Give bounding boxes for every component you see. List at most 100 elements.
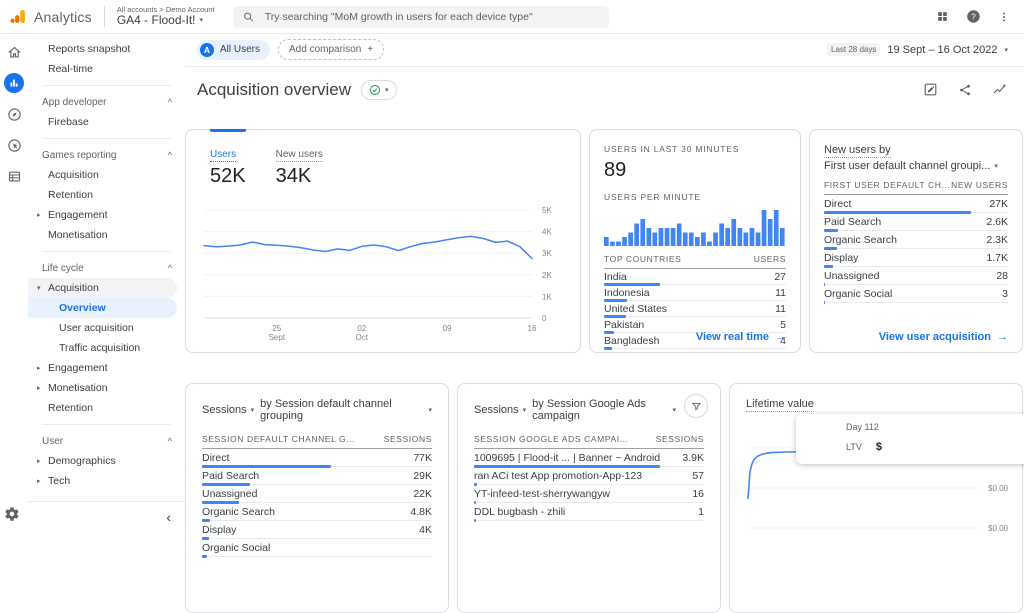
- sidebar-item-engagement[interactable]: ▸ Engagement: [28, 205, 185, 225]
- arrow-right-icon[interactable]: ▸: [37, 457, 41, 465]
- comparison-bar: A All Users Add comparison + Last 28 day…: [185, 33, 1024, 67]
- insights-icon[interactable]: [992, 82, 1008, 97]
- row-label: Organic Search: [202, 505, 275, 518]
- row-value: 22K: [413, 487, 432, 500]
- page-title: Acquisition overview: [197, 79, 352, 99]
- data-quality-badge[interactable]: ▾: [361, 79, 397, 100]
- search-input[interactable]: [262, 9, 599, 24]
- nav-divider: [42, 85, 171, 86]
- chevron-down-icon: ▾: [672, 407, 676, 414]
- users-per-minute-label: USERS PER MINUTE: [604, 192, 701, 202]
- collapse-section-icon[interactable]: ^: [168, 436, 172, 446]
- sidebar-item-engagement[interactable]: ▸ Engagement: [28, 358, 185, 378]
- sidebar-item-tech[interactable]: ▸ Tech: [28, 471, 185, 491]
- nav-item-label: Tech: [48, 475, 71, 487]
- reports-icon[interactable]: [4, 73, 24, 93]
- metric-selector[interactable]: Sessions ▾: [202, 404, 254, 416]
- nav-item-label: Retention: [48, 189, 93, 201]
- account-switcher[interactable]: All accounts > Demo Account GA4 - Flood-…: [103, 5, 215, 28]
- sidebar-item-demographics[interactable]: ▸ Demographics: [28, 451, 185, 471]
- sidebar-section-app-developer[interactable]: App developer ^: [28, 92, 185, 112]
- sidebar-section-life-cycle[interactable]: Life cycle ^: [28, 258, 185, 278]
- dimension-selector[interactable]: by Session default channel grouping ▾: [260, 398, 432, 422]
- sidebar-item-acquisition[interactable]: ▾ Acquisition: [28, 278, 177, 298]
- row-label: Organic Social: [202, 541, 271, 554]
- arrow-right-icon[interactable]: ▸: [37, 477, 41, 485]
- row-label: Bangladesh: [604, 334, 660, 347]
- realtime-card: USERS IN LAST 30 MINUTES 89 USERS PER MI…: [589, 129, 801, 353]
- top-app-bar: Analytics All accounts > Demo Account GA…: [0, 0, 1024, 34]
- share-icon[interactable]: [958, 83, 972, 97]
- table-row: Display 4K: [202, 521, 432, 540]
- collapse-section-icon[interactable]: ^: [168, 150, 172, 160]
- sidebar-section-user[interactable]: User ^: [28, 431, 185, 451]
- row-value: 3.9K: [682, 451, 704, 464]
- metric-selector[interactable]: Sessions ▾: [474, 404, 526, 416]
- view-user-acquisition-link[interactable]: View user acquisition →: [879, 331, 1008, 343]
- collapse-section-icon[interactable]: ^: [168, 97, 172, 107]
- dimension-selector[interactable]: by Session Google Ads campaign ▾: [532, 398, 676, 422]
- realtime-title: USERS IN LAST 30 MINUTES: [604, 144, 740, 154]
- sidebar-item-user-acquisition[interactable]: User acquisition: [28, 318, 185, 338]
- table-row: Organic Social: [202, 539, 432, 558]
- nav-divider: [42, 251, 171, 252]
- arrow-right-icon[interactable]: ▸: [37, 384, 41, 392]
- arrow-right-icon[interactable]: ▸: [37, 364, 41, 372]
- sidebar-item-monetisation[interactable]: Monetisation: [28, 225, 185, 245]
- collapse-section-icon[interactable]: ^: [168, 263, 172, 273]
- sessions-by-channel-card: Sessions ▾ by Session default channel gr…: [185, 383, 449, 613]
- more-vert-icon[interactable]: [998, 10, 1010, 24]
- sidebar-item-acquisition[interactable]: Acquisition: [28, 165, 185, 185]
- filter-button[interactable]: [684, 394, 708, 418]
- tab-new-users[interactable]: New users 34K: [275, 144, 323, 188]
- tab-users[interactable]: Users 52K: [210, 144, 246, 188]
- sidebar-item-reports-snapshot[interactable]: Reports snapshot: [28, 39, 185, 59]
- arrow-right-icon[interactable]: ▸: [37, 211, 41, 219]
- date-range-picker[interactable]: Last 28 days 19 Sept – 16 Oct 2022 ▾: [827, 43, 1008, 56]
- nav-item-label: Engagement: [48, 209, 108, 221]
- row-value: 2.6K: [986, 215, 1008, 228]
- row-label: Unassigned: [202, 487, 258, 500]
- collapse-sidebar-icon[interactable]: ‹: [166, 510, 171, 524]
- home-icon[interactable]: [4, 42, 24, 62]
- sidebar-section-games-reporting[interactable]: Games reporting ^: [28, 145, 185, 165]
- arrow-down-icon[interactable]: ▾: [37, 284, 41, 292]
- all-users-chip[interactable]: A All Users: [197, 39, 271, 60]
- apps-grid-icon[interactable]: [936, 10, 949, 23]
- library-icon[interactable]: [4, 166, 24, 186]
- nav-item-label: Monetisation: [48, 382, 108, 394]
- sidebar-item-traffic-acquisition[interactable]: Traffic acquisition: [28, 338, 185, 358]
- countries-col-header: TOP COUNTRIES: [604, 254, 682, 264]
- customize-report-icon[interactable]: [923, 82, 938, 97]
- sidebar-item-real-time[interactable]: Real-time: [28, 59, 185, 79]
- sidebar-item-retention[interactable]: Retention: [28, 398, 185, 418]
- svg-text:16: 16: [528, 324, 537, 333]
- view-real-time-link[interactable]: View real time →: [696, 331, 786, 343]
- row-label: Organic Social: [824, 287, 893, 300]
- row-label: YT-infeed-test-sherrywangyw: [474, 487, 610, 500]
- row-label: Display: [202, 523, 237, 536]
- help-icon[interactable]: ?: [966, 9, 981, 24]
- add-comparison-button[interactable]: Add comparison +: [278, 39, 385, 60]
- settings-gear-icon[interactable]: [4, 506, 20, 522]
- explore-icon[interactable]: [4, 104, 24, 124]
- sidebar-item-monetisation[interactable]: ▸ Monetisation: [28, 378, 185, 398]
- dimension-selector[interactable]: First user default channel groupi... ▾: [824, 160, 1008, 172]
- search-bar[interactable]: [232, 5, 609, 28]
- sidebar-item-overview[interactable]: Overview: [28, 298, 177, 318]
- table-row: 1009695 | Flood-it ... | Banner ~ Androi…: [474, 449, 704, 468]
- analytics-logo[interactable]: Analytics: [10, 8, 104, 25]
- add-icon: +: [367, 44, 374, 55]
- svg-text:4K: 4K: [542, 228, 552, 237]
- table-row: Direct 27K: [824, 195, 1008, 214]
- table-row: Paid Search 2.6K: [824, 213, 1008, 232]
- nav-item-label: Overview: [59, 302, 106, 314]
- sidebar-item-firebase[interactable]: Firebase: [28, 112, 185, 132]
- sidebar-item-retention[interactable]: Retention: [28, 185, 185, 205]
- row-label: ran ACi test App promotion-App-123: [474, 469, 643, 482]
- row-label: Direct: [824, 197, 852, 210]
- row-label: Paid Search: [202, 469, 260, 482]
- advertising-icon[interactable]: [4, 135, 24, 155]
- nav-item-label: Traffic acquisition: [59, 342, 141, 354]
- check-badge-icon: [370, 84, 381, 95]
